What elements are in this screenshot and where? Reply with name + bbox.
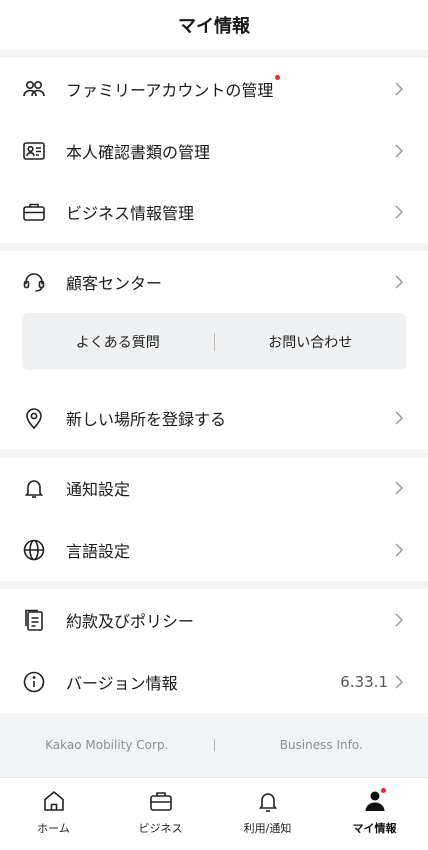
- chevron-right-icon: [394, 273, 404, 291]
- home-icon: [41, 788, 67, 814]
- menu-item-label: 言語設定: [66, 542, 131, 561]
- menu-item-version-info[interactable]: バージョン情報 6.33.1: [0, 651, 428, 713]
- briefcase-icon: [148, 788, 174, 814]
- menu-item-family-account[interactable]: ファミリーアカウントの管理: [0, 58, 428, 120]
- tab-activity[interactable]: 利用/通知: [214, 778, 321, 850]
- chevron-right-icon: [394, 203, 404, 221]
- notification-badge-dot: [381, 788, 386, 793]
- new-badge-dot: [275, 75, 281, 80]
- bell-icon: [22, 476, 46, 500]
- menu-item-label: 新しい場所を登録する: [66, 410, 227, 429]
- info-icon: [22, 670, 46, 694]
- menu-item-terms-policy[interactable]: 約款及びポリシー: [0, 589, 428, 651]
- chevron-right-icon: [394, 611, 404, 629]
- menu-item-label: 本人確認書類の管理: [66, 143, 211, 162]
- tab-label: マイ情報: [352, 822, 397, 835]
- section-divider: [0, 50, 428, 58]
- menu-item-label: 通知設定: [66, 480, 131, 499]
- tab-label: 利用/通知: [243, 822, 292, 835]
- menu-item-id-documents[interactable]: 本人確認書類の管理: [0, 120, 428, 182]
- menu-item-notification-settings[interactable]: 通知設定: [0, 457, 428, 519]
- family-icon: [22, 77, 46, 101]
- tab-home[interactable]: ホーム: [0, 778, 107, 850]
- menu-item-label: ビジネス情報管理: [66, 204, 195, 223]
- chevron-right-icon: [394, 409, 404, 427]
- page-title: マイ情報: [178, 16, 250, 37]
- business-info-link[interactable]: Business Info.: [215, 738, 428, 752]
- bell-icon: [255, 788, 281, 814]
- tab-label: ビジネス: [138, 822, 183, 835]
- document-icon: [22, 608, 46, 632]
- chevron-right-icon: [394, 673, 404, 691]
- chevron-right-icon: [394, 479, 404, 497]
- menu-item-customer-center[interactable]: 顧客センター: [0, 251, 428, 313]
- section-divider: [0, 581, 428, 589]
- chevron-right-icon: [394, 80, 404, 98]
- menu-item-label: 顧客センター: [66, 274, 163, 293]
- section-divider: [0, 449, 428, 457]
- tab-my-info[interactable]: マイ情報: [321, 778, 428, 850]
- menu-item-register-place[interactable]: 新しい場所を登録する: [0, 387, 428, 449]
- version-value: 6.33.1: [340, 673, 388, 691]
- menu-item-business-info[interactable]: ビジネス情報管理: [0, 181, 428, 243]
- headset-icon: [22, 270, 46, 294]
- menu-item-label: バージョン情報: [66, 674, 178, 693]
- section-divider: [0, 243, 428, 251]
- page-header: マイ情報: [0, 0, 428, 50]
- quick-links-box: よくある質問 お問い合わせ: [22, 313, 406, 370]
- contact-link[interactable]: お問い合わせ: [215, 332, 407, 352]
- footer: Kakao Mobility Corp. Business Info.: [0, 713, 428, 777]
- id-card-icon: [22, 139, 46, 163]
- location-pin-icon: [22, 406, 46, 430]
- briefcase-icon: [22, 200, 46, 224]
- bottom-tab-bar: ホーム ビジネス 利用/通知 マイ情報: [0, 777, 428, 850]
- menu-item-language-settings[interactable]: 言語設定: [0, 519, 428, 581]
- menu-item-label: ファミリーアカウントの管理: [66, 75, 281, 101]
- chevron-right-icon: [394, 142, 404, 160]
- chevron-right-icon: [394, 541, 404, 559]
- tab-business[interactable]: ビジネス: [107, 778, 214, 850]
- company-link[interactable]: Kakao Mobility Corp.: [0, 738, 214, 752]
- tab-label: ホーム: [37, 822, 70, 835]
- faq-link[interactable]: よくある質問: [22, 332, 214, 352]
- menu-item-label: 約款及びポリシー: [66, 612, 195, 631]
- globe-icon: [22, 538, 46, 562]
